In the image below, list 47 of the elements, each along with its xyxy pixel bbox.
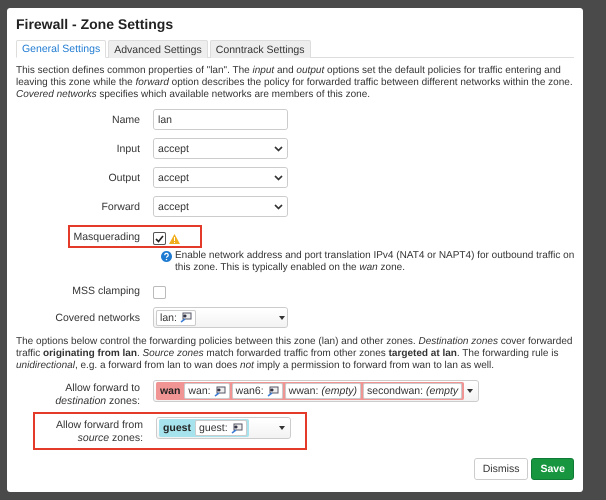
networks-dropdown[interactable]: lan: bbox=[153, 307, 288, 328]
field-label: MSS clamping bbox=[71, 284, 140, 298]
chevron-down-icon bbox=[274, 146, 283, 152]
field-label: Masquerading bbox=[72, 230, 140, 244]
select-field[interactable]: accept bbox=[153, 138, 288, 159]
select-field[interactable]: accept bbox=[153, 167, 288, 188]
caret-icon bbox=[279, 316, 285, 320]
tab[interactable]: Advanced Settings bbox=[108, 40, 208, 58]
help-text: Enable network address and port translation IPv4 (NAT4 or NAPT4) for outbound traffic on this zone. This is typically enabled on the wan zone. bbox=[175, 250, 576, 274]
zones-dropdown[interactable]: guest guest: bbox=[156, 417, 291, 439]
field-label: Input bbox=[116, 142, 140, 156]
network-device-icon bbox=[214, 386, 226, 396]
field-label: Covered networks bbox=[54, 311, 140, 325]
help-icon bbox=[161, 251, 172, 262]
section-description: This section defines common properties of "lan". The input and output options set the default policies for traffic entering and leaving this zone while the forward option describes the policy for forwarded traffic between different networks within the zone. Covered networks specifies which available networks are members of this zone. bbox=[16, 65, 574, 101]
network-chip: wan6: bbox=[232, 383, 283, 399]
field-label: Output bbox=[107, 171, 140, 185]
network-chip: wwan: (empty) bbox=[284, 383, 361, 399]
network-chip: wan: bbox=[184, 383, 230, 399]
forwarding-description: The options below control the forwarding policies between this zone (lan) and other zones. Destination zones cover forwarded traffic originating from lan. Source zones match forwarded traffic from other zones targeted at lan. The forwarding rule is unidirectional, e.g. a forward from lan to wan does not imply a permission to forward from wan to lan as well. bbox=[16, 336, 574, 372]
dialog-title: Firewall - Zone Settings bbox=[16, 15, 174, 34]
checkbox[interactable] bbox=[153, 286, 166, 299]
chevron-down-icon bbox=[274, 204, 283, 210]
network-device-icon bbox=[180, 312, 192, 323]
network-chip: secondwan: (empty bbox=[363, 383, 462, 399]
zones-dropdown[interactable]: wan wan: wan6: wwan: (empty) secondwan: (empty bbox=[153, 380, 480, 402]
zone-badge: wan wan: wan6: wwan: (empty) secondwan: (empty bbox=[156, 382, 464, 400]
chevron-down-icon bbox=[274, 174, 283, 180]
dismiss-button[interactable]: Dismiss bbox=[474, 458, 528, 480]
field-label: Allow forward from source zones: bbox=[55, 418, 143, 445]
caret-icon bbox=[467, 389, 474, 393]
checkbox[interactable] bbox=[153, 232, 166, 245]
network-device-icon bbox=[230, 422, 243, 434]
tab[interactable]: Conntrack Settings bbox=[210, 40, 310, 58]
tab[interactable]: General Settings bbox=[16, 40, 106, 58]
save-button[interactable]: Save bbox=[531, 458, 574, 480]
field-label: Allow forward to destination zones: bbox=[54, 381, 140, 408]
select-field[interactable]: accept bbox=[153, 196, 288, 217]
network-device-icon bbox=[266, 386, 279, 396]
name-field[interactable]: lan bbox=[153, 109, 288, 130]
warning-icon bbox=[169, 234, 180, 244]
field-label: Forward bbox=[100, 200, 140, 214]
network-chip: lan: bbox=[156, 310, 196, 326]
network-chip: guest: bbox=[195, 420, 247, 436]
caret-icon bbox=[279, 426, 285, 430]
zone-badge: guest guest: bbox=[159, 419, 249, 437]
field-label: Name bbox=[110, 113, 140, 127]
